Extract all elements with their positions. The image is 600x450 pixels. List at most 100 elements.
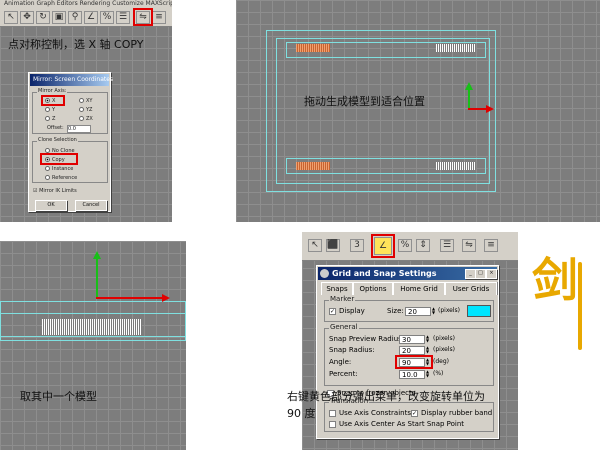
angle-unit: (deg) xyxy=(433,358,449,365)
caption-step-3: 取其中一个模型 xyxy=(20,390,97,403)
snap-radius-unit: (pixels) xyxy=(433,346,456,353)
size-unit: (pixels) xyxy=(438,307,461,314)
angle-snap-highlight xyxy=(371,234,395,258)
percent-spinner[interactable]: ▲ ▼ xyxy=(425,370,430,379)
select-icon[interactable]: ↖ xyxy=(4,11,18,24)
percent-snap-icon[interactable]: % xyxy=(398,239,412,252)
model-strip-top-right xyxy=(436,44,476,52)
model-strip-bottom-right xyxy=(436,162,476,170)
mirror-axis-label: Mirror Axis: xyxy=(37,88,68,94)
tab-options[interactable]: Options xyxy=(353,282,393,295)
tab-user-grids[interactable]: User Grids xyxy=(445,282,497,295)
display-rubber-band-checkbox[interactable]: ✓ xyxy=(411,410,418,417)
copy-highlight xyxy=(40,153,78,165)
mirror-ik-checkbox[interactable]: ☑ Mirror IK Limits xyxy=(33,188,77,194)
size-field[interactable]: 20 xyxy=(405,307,431,316)
axis-yz-radio[interactable]: YZ xyxy=(79,107,92,113)
gizmo-x-arrow-p3 xyxy=(162,294,170,302)
marker-color-swatch[interactable] xyxy=(467,305,491,317)
rotate-icon[interactable]: ↻ xyxy=(36,11,50,24)
close-button[interactable]: × xyxy=(486,269,497,279)
snap-preview-radius-label: Snap Preview Radius: xyxy=(329,335,405,343)
tab-home-grid[interactable]: Home Grid xyxy=(393,282,445,295)
named-sets-icon[interactable]: ☰ xyxy=(116,11,130,24)
display-label: Display xyxy=(339,307,365,315)
reference-radio[interactable]: Reference xyxy=(45,175,77,181)
snap-radius-spinner[interactable]: ▲ ▼ xyxy=(425,346,430,355)
mirror-icon[interactable]: ⇋ xyxy=(462,239,476,252)
marker-group: Marker ✓ Display Size: 20 ▲ ▼ (pixels) xyxy=(324,295,494,322)
axis-x-highlight xyxy=(41,95,65,106)
ok-button[interactable]: OK xyxy=(35,200,67,211)
snap-preview-radius-field[interactable]: 30 xyxy=(399,335,425,344)
axis-xy-radio[interactable]: XY xyxy=(79,98,92,104)
display-checkbox[interactable]: ✓ xyxy=(329,308,336,315)
percent-snap-icon[interactable]: % xyxy=(100,11,114,24)
cancel-button[interactable]: Cancel xyxy=(75,200,107,211)
cube-icon[interactable]: ⬛ xyxy=(326,239,340,252)
snap-radius-label: Snap Radius: xyxy=(329,346,375,354)
move-icon[interactable]: ✥ xyxy=(20,11,34,24)
percent-field[interactable]: 10.0 xyxy=(399,370,425,379)
viewport-panel-3: 取其中一个模型 xyxy=(0,241,186,450)
gizmo-x-arrow xyxy=(486,105,494,113)
axis-zx-radio[interactable]: ZX xyxy=(79,116,93,122)
use-axis-constraints-checkbox[interactable] xyxy=(329,410,336,417)
caption-step-4-line2: 90 度 xyxy=(287,407,316,420)
model-strip-top-left xyxy=(296,44,330,52)
align-icon[interactable]: ≡ xyxy=(484,239,498,252)
translation-group: Translation Use Axis Constraints ✓ Displ… xyxy=(324,397,494,432)
select-icon[interactable]: ↖ xyxy=(308,239,322,252)
angle-label: Angle: xyxy=(329,358,352,366)
snap-3d-icon[interactable]: 3 xyxy=(350,239,364,252)
instance-radio[interactable]: Instance xyxy=(45,166,73,172)
clone-selection-label: Clone Selection xyxy=(37,137,78,143)
use-axis-constraints-label: Use Axis Constraints xyxy=(339,409,411,417)
snap-preview-radius-unit: (pixels) xyxy=(433,335,456,342)
align-icon[interactable]: ≡ xyxy=(152,11,166,24)
calligraphy-stroke xyxy=(578,262,582,350)
snap-preview-radius-spinner[interactable]: ▲ ▼ xyxy=(425,335,430,344)
maximize-button[interactable]: □ xyxy=(475,269,486,279)
marker-label: Marker xyxy=(329,295,356,303)
offset-field[interactable]: 0.0 xyxy=(67,125,91,133)
model-strip-bottom-left xyxy=(296,162,330,170)
use-axis-center-checkbox[interactable] xyxy=(329,421,336,428)
snap-radius-field[interactable]: 20 xyxy=(399,346,425,355)
gizmo-y-arrow xyxy=(465,82,473,90)
gizmo-y-axis-p3 xyxy=(96,259,98,299)
display-rubber-band-label: Display rubber band xyxy=(421,409,493,417)
caption-step-1: 点对称控制，选 X 轴 COPY xyxy=(8,38,144,51)
gizmo-y-axis xyxy=(468,88,470,110)
named-sets-icon[interactable]: ☰ xyxy=(440,239,454,252)
offset-label: Offset: xyxy=(47,125,64,131)
mirror-dialog-title: Mirror: Screen Coordinates xyxy=(30,74,113,86)
gizmo-x-axis xyxy=(468,108,486,110)
scale-icon[interactable]: ▣ xyxy=(52,11,66,24)
use-axis-center-label: Use Axis Center As Start Snap Point xyxy=(339,420,465,428)
general-label: General xyxy=(329,323,359,331)
angle-snap-icon[interactable]: ∠ xyxy=(84,11,98,24)
percent-label: Percent: xyxy=(329,370,358,378)
caption-step-2: 拖动生成模型到适合位置 xyxy=(304,95,425,108)
tab-snaps[interactable]: Snaps xyxy=(321,282,353,295)
gizmo-y-arrow-p3 xyxy=(93,251,101,259)
axis-z-radio[interactable]: Z xyxy=(45,116,55,122)
axis-y-radio[interactable]: Y xyxy=(45,107,55,113)
size-spinner[interactable]: ▲ ▼ xyxy=(431,307,436,316)
mirror-dialog: Mirror: Screen Coordinates Mirror Axis: … xyxy=(28,72,113,212)
caption-step-4-line1: 右键黄色部分弹出菜单，改变旋转单位为 xyxy=(287,390,485,403)
gizmo-x-axis-p3 xyxy=(96,297,162,299)
viewport-panel-1: Animation Graph Editors Rendering Custom… xyxy=(0,0,172,222)
app-icon xyxy=(320,269,329,278)
percent-unit: (%) xyxy=(433,370,444,377)
spinner-snap-icon[interactable]: ⇕ xyxy=(416,239,430,252)
snap-icon[interactable]: ⚲ xyxy=(68,11,82,24)
angle-highlight xyxy=(395,355,433,369)
viewport-panel-2: 拖动生成模型到适合位置 xyxy=(236,0,600,222)
mirror-highlight xyxy=(133,8,153,26)
snap-toolbar: ↖ ⬛ 3 ∠ % ⇕ ☰ ⇋ ≡ xyxy=(302,232,518,261)
model-strip-p3 xyxy=(42,319,142,335)
grid-snap-dialog: Grid and Snap Settings _ □ × Snaps Optio… xyxy=(316,265,499,439)
size-label: Size: xyxy=(387,307,404,315)
